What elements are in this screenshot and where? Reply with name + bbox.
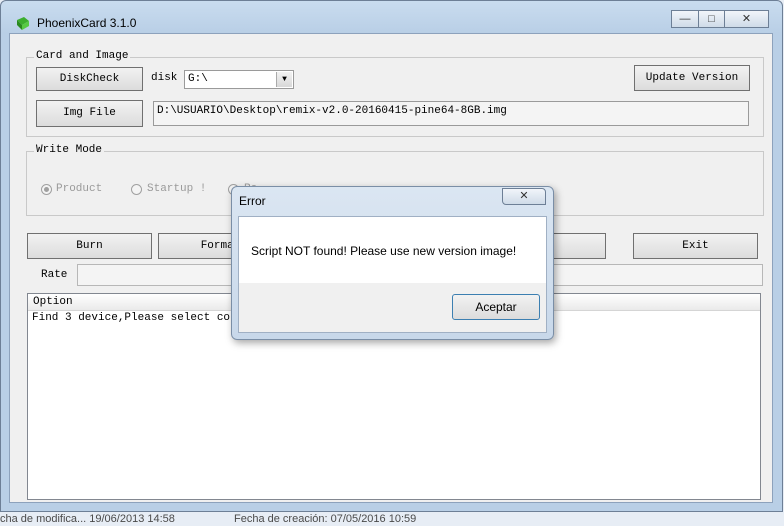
startup-radio[interactable] [131, 184, 142, 195]
exit-button[interactable]: Exit [633, 233, 758, 259]
dialog-body: Script NOT found! Please use new version… [238, 216, 547, 333]
desktop-footer-left: cha de modifica... 19/06/2013 14:58 [0, 513, 175, 525]
dialog-title: Error [239, 194, 266, 208]
app-icon [15, 15, 31, 31]
startup-radio-label: Startup ! [147, 183, 207, 195]
list-item[interactable]: Find 3 device,Please select corre [32, 312, 250, 324]
burn-button[interactable]: Burn [27, 233, 152, 259]
write-mode-group-label: Write Mode [34, 144, 105, 156]
disk-select-value: G:\ [188, 73, 208, 85]
desktop-footer-right: Fecha de creación: 07/05/2016 10:59 [234, 513, 417, 525]
accept-button[interactable]: Aceptar [452, 294, 540, 320]
img-file-button[interactable]: Img File [36, 100, 143, 127]
update-version-button[interactable]: Update Version [634, 65, 750, 91]
dialog-message: Script NOT found! Please use new version… [251, 244, 517, 258]
minimize-icon: — [679, 13, 691, 25]
error-dialog: Error ✕ Script NOT found! Please use new… [231, 186, 554, 340]
dialog-message-area: Script NOT found! Please use new version… [239, 217, 546, 283]
diskcheck-button[interactable]: DiskCheck [36, 67, 143, 91]
product-radio[interactable] [41, 184, 52, 195]
minimize-button[interactable]: — [671, 10, 699, 28]
img-path-field[interactable]: D:\USUARIO\Desktop\remix-v2.0-20160415-p… [153, 101, 749, 126]
card-image-group-label: Card and Image [34, 50, 131, 62]
product-radio-label: Product [56, 183, 103, 195]
maximize-button[interactable]: □ [698, 10, 725, 28]
maximize-icon: □ [708, 13, 715, 25]
close-icon: ✕ [519, 190, 529, 202]
rate-label: Rate [41, 269, 68, 281]
disk-label: disk [151, 72, 178, 84]
dialog-close-button[interactable]: ✕ [502, 188, 546, 205]
img-path-value: D:\USUARIO\Desktop\remix-v2.0-20160415-p… [157, 105, 507, 117]
disk-select[interactable]: G:\ ▼ [184, 70, 294, 89]
chevron-down-icon[interactable]: ▼ [276, 72, 292, 87]
close-icon: ✕ [741, 13, 752, 25]
window-title: PhoenixCard 3.1.0 [37, 16, 137, 30]
close-button[interactable]: ✕ [724, 10, 769, 28]
option-column-header: Option [33, 296, 73, 308]
